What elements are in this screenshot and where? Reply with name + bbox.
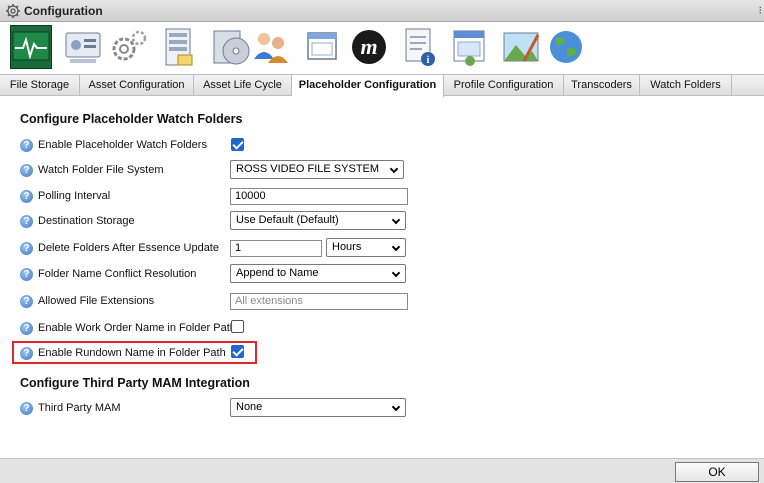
tab-asset-configuration[interactable]: Asset Configuration bbox=[80, 75, 194, 96]
allowed-extensions-input[interactable]: All extensions bbox=[230, 293, 408, 310]
document-info-icon[interactable]: i bbox=[398, 25, 440, 69]
globe-icon[interactable] bbox=[545, 25, 587, 69]
tab-transcoders[interactable]: Transcoders bbox=[564, 75, 640, 96]
window-titlebar: Configuration ⁝ bbox=[0, 0, 764, 22]
destination-storage-value: Use Default (Default) bbox=[236, 214, 339, 226]
help-icon[interactable]: ? bbox=[20, 139, 33, 152]
help-icon[interactable]: ? bbox=[20, 402, 33, 415]
calendar-schedule-icon[interactable] bbox=[448, 25, 490, 69]
ok-button[interactable]: OK bbox=[675, 462, 759, 482]
enable-placeholder-label: Enable Placeholder Watch Folders bbox=[38, 139, 207, 151]
section-title-third-party-mam: Configure Third Party MAM Integration bbox=[20, 376, 250, 390]
rundown-name-label: Enable Rundown Name in Folder Path bbox=[38, 347, 226, 359]
conflict-resolution-select[interactable]: Append to Name bbox=[230, 264, 406, 283]
polling-interval-input[interactable]: 10000 bbox=[230, 188, 408, 205]
destination-storage-label: Destination Storage bbox=[38, 215, 135, 227]
module-toolbar: m i bbox=[0, 22, 764, 74]
svg-text:m: m bbox=[360, 34, 377, 59]
chevron-down-icon bbox=[391, 268, 401, 278]
help-icon[interactable]: ? bbox=[20, 322, 33, 335]
chevron-down-icon bbox=[391, 402, 401, 412]
disc-media-icon[interactable] bbox=[210, 25, 252, 69]
gear-icon bbox=[6, 4, 20, 18]
help-icon[interactable]: ? bbox=[20, 295, 33, 308]
help-icon[interactable]: ? bbox=[20, 190, 33, 203]
help-icon[interactable]: ? bbox=[20, 215, 33, 228]
gears-icon[interactable] bbox=[108, 25, 150, 69]
chevron-down-icon bbox=[389, 164, 399, 174]
work-order-name-checkbox[interactable] bbox=[231, 320, 244, 333]
help-icon[interactable]: ? bbox=[20, 347, 33, 360]
third-party-mam-value: None bbox=[236, 401, 263, 413]
allowed-extensions-placeholder: All extensions bbox=[235, 295, 303, 307]
conflict-resolution-label: Folder Name Conflict Resolution bbox=[38, 268, 197, 280]
conflict-resolution-value: Append to Name bbox=[236, 267, 319, 279]
tab-file-storage[interactable]: File Storage bbox=[0, 75, 80, 96]
dialog-footer: OK bbox=[0, 458, 764, 483]
windows-icon[interactable] bbox=[302, 25, 344, 69]
users-icon[interactable] bbox=[250, 25, 292, 69]
delete-folders-label: Delete Folders After Essence Update bbox=[38, 242, 219, 254]
rundown-name-checkbox[interactable] bbox=[231, 345, 244, 358]
tab-watch-folders[interactable]: Watch Folders bbox=[640, 75, 732, 96]
work-order-name-label: Enable Work Order Name in Folder Path bbox=[38, 322, 236, 334]
section-title-placeholder-watch-folders: Configure Placeholder Watch Folders bbox=[20, 112, 243, 126]
svg-text:i: i bbox=[427, 55, 430, 66]
file-system-select[interactable]: ROSS VIDEO FILE SYSTEM bbox=[230, 160, 404, 179]
delete-folders-unit-select[interactable]: Hours bbox=[326, 238, 406, 257]
storage-drive-icon[interactable] bbox=[62, 25, 104, 69]
delete-folders-input[interactable]: 1 bbox=[230, 240, 322, 257]
chevron-down-icon bbox=[391, 215, 401, 225]
third-party-mam-select[interactable]: None bbox=[230, 398, 406, 417]
m-logo-icon[interactable]: m bbox=[348, 25, 390, 69]
third-party-mam-label: Third Party MAM bbox=[38, 402, 121, 414]
file-system-value: ROSS VIDEO FILE SYSTEM bbox=[236, 163, 380, 175]
delete-folders-unit-value: Hours bbox=[332, 241, 362, 253]
help-icon[interactable]: ? bbox=[20, 164, 33, 177]
tab-asset-life-cycle[interactable]: Asset Life Cycle bbox=[194, 75, 292, 96]
monitor-waveform-icon[interactable] bbox=[10, 25, 52, 69]
help-icon[interactable]: ? bbox=[20, 242, 33, 255]
tab-profile-configuration[interactable]: Profile Configuration bbox=[444, 75, 564, 96]
server-icon[interactable] bbox=[158, 25, 200, 69]
help-icon[interactable]: ? bbox=[20, 268, 33, 281]
window-title: Configuration bbox=[24, 4, 103, 18]
tab-bar: File Storage Asset Configuration Asset L… bbox=[0, 74, 764, 97]
allowed-extensions-label: Allowed File Extensions bbox=[38, 295, 155, 307]
chevron-down-icon bbox=[391, 242, 401, 252]
file-system-label: Watch Folder File System bbox=[38, 164, 164, 176]
destination-storage-select[interactable]: Use Default (Default) bbox=[230, 211, 406, 230]
window-menu-icon[interactable]: ⁝ bbox=[759, 4, 763, 17]
polling-interval-label: Polling Interval bbox=[38, 190, 111, 202]
landscape-picture-icon[interactable] bbox=[500, 25, 542, 69]
enable-placeholder-checkbox[interactable] bbox=[231, 138, 244, 151]
tab-placeholder-configuration[interactable]: Placeholder Configuration bbox=[292, 75, 444, 97]
